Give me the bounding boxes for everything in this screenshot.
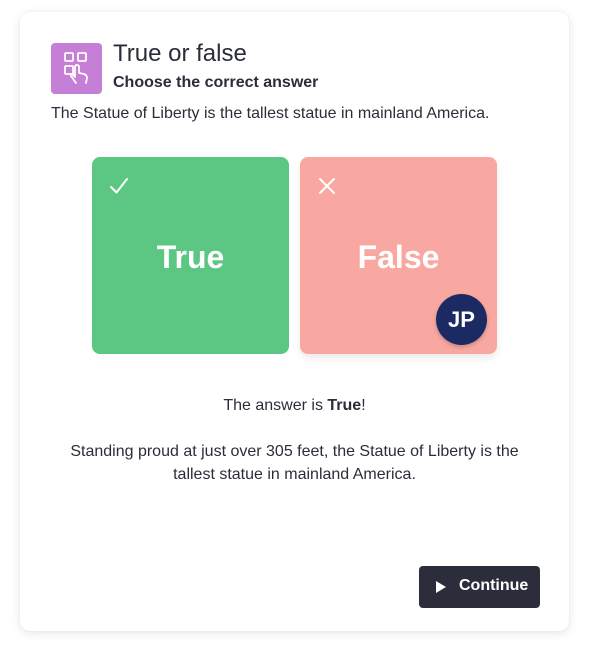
answer-statement: The answer is True!: [20, 397, 569, 415]
option-true-label: True: [156, 239, 225, 275]
option-false-label: False: [357, 239, 440, 275]
option-false-button[interactable]: False JP: [300, 157, 497, 354]
answer-prefix: The answer is: [223, 397, 328, 414]
avatar: JP: [436, 294, 487, 345]
cross-icon: [319, 178, 335, 194]
question-text: The Statue of Liberty is the tallest sta…: [51, 105, 490, 122]
continue-label: Continue: [459, 577, 529, 594]
correct-answer: True: [327, 397, 362, 414]
checkmark-icon: [110, 178, 128, 194]
play-icon: [436, 581, 446, 593]
page-title: True or false: [113, 40, 247, 67]
quiz-card: True or false Choose the correct answer …: [20, 12, 569, 631]
option-true-button[interactable]: True: [92, 157, 289, 354]
continue-button[interactable]: Continue: [419, 566, 540, 608]
tap-grid-icon: [51, 43, 102, 94]
answer-explanation: Standing proud at just over 305 feet, th…: [70, 443, 519, 483]
answer-suffix: !: [361, 397, 366, 414]
page-subtitle: Choose the correct answer: [113, 74, 319, 91]
